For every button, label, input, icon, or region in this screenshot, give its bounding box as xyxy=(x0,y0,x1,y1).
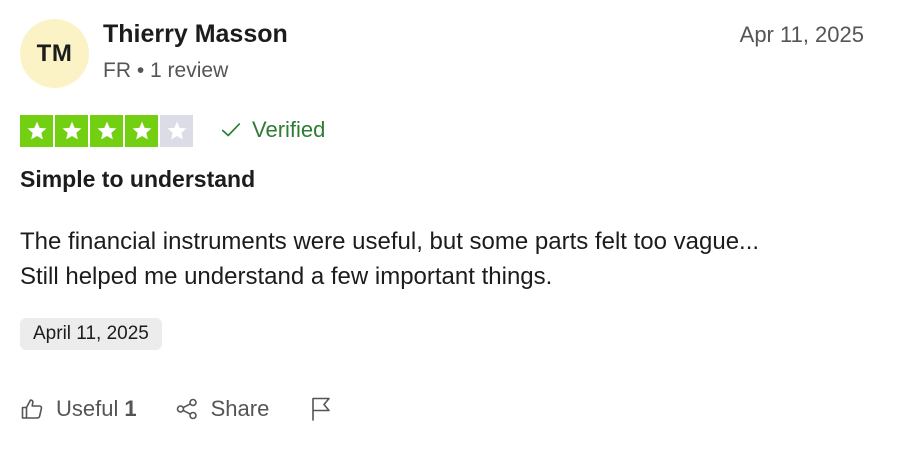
reviewer-review-count: 1 review xyxy=(150,59,229,82)
star-icon xyxy=(167,121,186,140)
review-date: Apr 11, 2025 xyxy=(739,22,864,47)
star-icon xyxy=(97,121,116,140)
share-label: Share xyxy=(210,396,270,421)
review-body-line: Still helped me understand a few importa… xyxy=(20,263,553,290)
thumbs-up-icon xyxy=(20,397,44,421)
share-icon xyxy=(175,397,199,421)
star-rating xyxy=(20,115,193,147)
star-empty xyxy=(160,115,193,147)
star-filled xyxy=(90,115,123,147)
useful-button[interactable]: Useful 1 xyxy=(20,396,137,422)
useful-count: 1 xyxy=(124,396,137,421)
reviewer-name[interactable]: Thierry Masson xyxy=(103,20,288,49)
reviewer-meta: FR • 1 review xyxy=(103,59,228,83)
review-body-line: The financial instruments were useful, b… xyxy=(20,228,760,255)
avatar[interactable]: TM xyxy=(20,19,89,88)
review-card: TM Thierry Masson FR • 1 review Apr 11, … xyxy=(0,0,900,457)
verified-badge[interactable]: Verified xyxy=(220,117,325,143)
star-icon xyxy=(62,121,81,140)
checkmark-icon xyxy=(220,119,242,141)
star-icon xyxy=(27,121,46,140)
star-filled xyxy=(125,115,158,147)
report-button[interactable] xyxy=(309,397,333,421)
reviewer-country: FR xyxy=(103,59,131,82)
review-actions: Useful 1 Share xyxy=(20,396,333,422)
experience-date-chip: April 11, 2025 xyxy=(20,318,162,350)
verified-label: Verified xyxy=(252,117,326,142)
star-filled xyxy=(55,115,88,147)
review-body: The financial instruments were useful, b… xyxy=(20,224,880,294)
flag-icon xyxy=(309,397,333,421)
meta-separator: • xyxy=(136,59,145,82)
review-title: Simple to understand xyxy=(20,166,256,192)
share-button[interactable]: Share xyxy=(175,396,270,422)
star-filled xyxy=(20,115,53,147)
star-icon xyxy=(132,121,151,140)
useful-label: Useful xyxy=(56,396,119,421)
